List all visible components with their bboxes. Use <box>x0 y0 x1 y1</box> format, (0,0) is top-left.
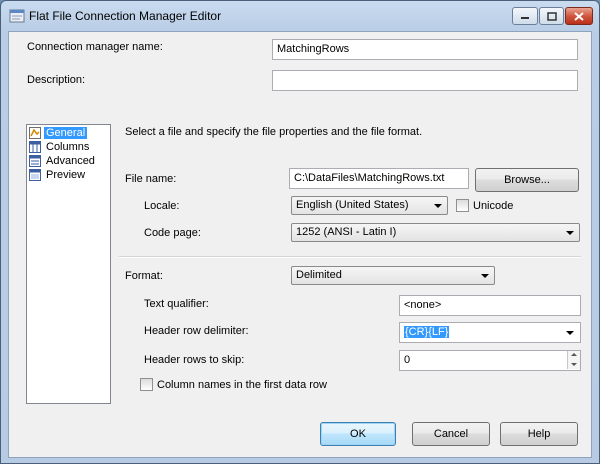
preview-icon <box>29 169 41 181</box>
close-icon <box>574 11 584 21</box>
header-delimiter-value: {CR}{LF} <box>404 326 450 338</box>
cancel-button[interactable]: Cancel <box>412 422 490 446</box>
connection-name-input[interactable]: MatchingRows <box>272 39 578 60</box>
minimize-icon <box>521 17 529 19</box>
description-input[interactable] <box>272 70 578 91</box>
help-button[interactable]: Help <box>500 422 578 446</box>
locale-select[interactable]: English (United States) <box>291 196 448 215</box>
app-icon <box>9 9 25 23</box>
nav-item-label: Preview <box>46 169 86 181</box>
format-select[interactable]: Delimited <box>291 266 495 285</box>
locale-label: Locale: <box>144 200 180 212</box>
spinner-down-icon[interactable] <box>567 360 580 369</box>
column-names-checkbox[interactable] <box>140 378 153 391</box>
format-label: Format: <box>125 270 163 282</box>
header-skip-value: 0 <box>404 354 411 366</box>
nav-item-columns[interactable]: Columns <box>29 140 91 154</box>
text-qualifier-input[interactable]: <none> <box>399 295 581 316</box>
ok-button[interactable]: OK <box>320 422 396 446</box>
code-page-label: Code page: <box>144 227 201 239</box>
maximize-button[interactable] <box>539 7 564 25</box>
browse-button[interactable]: Browse... <box>475 168 579 192</box>
columns-icon <box>29 141 41 153</box>
file-name-label: File name: <box>125 173 177 185</box>
nav-item-label: General <box>44 127 88 139</box>
advanced-icon <box>29 155 41 167</box>
nav-item-label: Columns <box>46 141 90 153</box>
close-button[interactable] <box>565 7 593 25</box>
dialog-body: Connection manager name: MatchingRows De… <box>8 31 592 458</box>
unicode-checkbox[interactable] <box>456 199 469 212</box>
maximize-icon <box>546 11 557 21</box>
spinner-up-icon[interactable] <box>567 351 580 360</box>
description-label: Description: <box>27 74 86 86</box>
instruction-text: Select a file and specify the file prope… <box>125 126 423 138</box>
nav-item-label: Advanced <box>46 155 95 167</box>
file-name-input[interactable]: C:\DataFiles\MatchingRows.txt <box>289 168 469 189</box>
code-page-value: 1252 (ANSI - Latin I) <box>296 226 397 238</box>
format-value: Delimited <box>296 269 342 281</box>
connection-name-label: Connection manager name: <box>27 41 163 53</box>
page-nav-list: General Columns Advanced Preview <box>26 124 111 404</box>
header-skip-stepper[interactable]: 0 <box>399 350 581 371</box>
locale-value: English (United States) <box>296 199 409 211</box>
chevron-down-icon <box>434 204 442 208</box>
dialog-window: Flat File Connection Manager Editor Conn… <box>0 0 600 464</box>
general-icon <box>29 127 41 139</box>
header-delimiter-label: Header row delimiter: <box>144 325 249 337</box>
title-bar[interactable]: Flat File Connection Manager Editor <box>1 1 599 31</box>
text-qualifier-label: Text qualifier: <box>144 298 209 310</box>
unicode-label: Unicode <box>473 200 514 212</box>
minimize-button[interactable] <box>512 7 538 25</box>
spinner-buttons <box>567 351 580 370</box>
header-skip-label: Header rows to skip: <box>144 354 245 366</box>
section-divider <box>119 256 581 258</box>
chevron-down-icon <box>566 331 574 335</box>
chevron-down-icon <box>566 231 574 235</box>
column-names-label: Column names in the first data row <box>157 379 327 391</box>
nav-item-general[interactable]: General <box>29 126 88 140</box>
chevron-down-icon <box>481 274 489 278</box>
nav-item-advanced[interactable]: Advanced <box>29 154 97 168</box>
code-page-select[interactable]: 1252 (ANSI - Latin I) <box>291 223 580 242</box>
window-title: Flat File Connection Manager Editor <box>29 9 222 23</box>
header-delimiter-select[interactable]: {CR}{LF} <box>399 322 581 343</box>
nav-item-preview[interactable]: Preview <box>29 168 87 182</box>
